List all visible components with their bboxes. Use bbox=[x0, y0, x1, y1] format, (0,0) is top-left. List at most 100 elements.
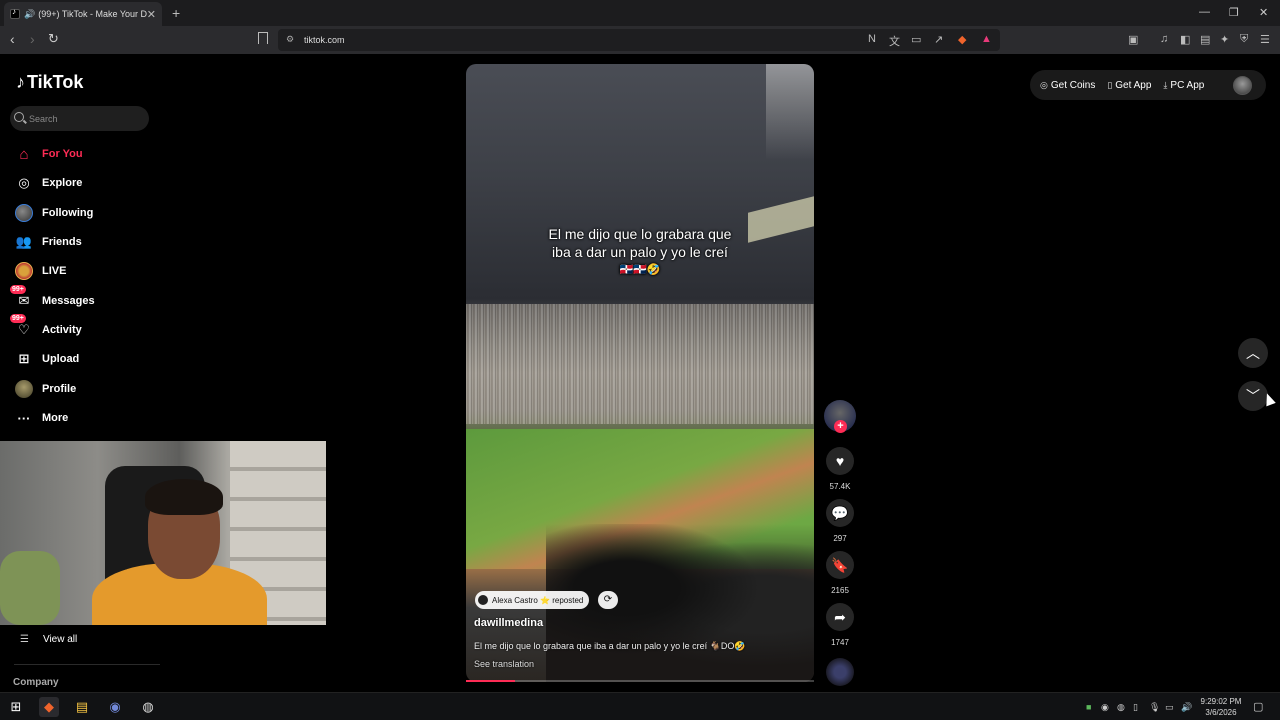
top-actions-bar: ◎ Get Coins ▯ Get App ⤓ PC App bbox=[1030, 70, 1266, 100]
logo-text: TikTok bbox=[27, 72, 84, 92]
see-translation-link[interactable]: See translation bbox=[474, 659, 534, 669]
obs-icon[interactable]: ◍ bbox=[138, 697, 158, 717]
discord-icon[interactable]: ◉ bbox=[105, 697, 125, 717]
tray-obs-icon[interactable]: ◍ bbox=[1117, 702, 1125, 713]
share-count: 1747 bbox=[831, 638, 849, 647]
tray-nvidia-icon[interactable]: ■ bbox=[1086, 702, 1091, 712]
video-progress-bar[interactable] bbox=[466, 680, 814, 682]
tray-network-icon[interactable]: ▭ bbox=[1165, 702, 1174, 713]
user-avatar[interactable] bbox=[1233, 76, 1252, 95]
tray-volume-icon[interactable]: 🔊 bbox=[1181, 702, 1192, 713]
sidebar-toggle-icon[interactable]: ▣ bbox=[1128, 33, 1138, 46]
vpn-icon[interactable]: ⛨ bbox=[1240, 33, 1248, 46]
tiktok-note-icon: ♪ bbox=[16, 72, 25, 92]
sidebar-item-label: For You bbox=[42, 148, 83, 160]
previous-video-button[interactable]: ︿ bbox=[1238, 338, 1268, 368]
brave-shield-icon[interactable]: ◆ bbox=[958, 33, 966, 46]
view-all-link[interactable]: ☰ View all bbox=[20, 634, 77, 645]
share-icon[interactable]: ↗ bbox=[934, 33, 943, 46]
messages-icon: ✉ 99+ bbox=[10, 285, 30, 308]
sidebar-item-upload[interactable]: ⊞ Upload bbox=[14, 349, 80, 369]
sidebar-item-for-you[interactable]: ⌂ For You bbox=[14, 144, 83, 164]
get-coins-button[interactable]: ◎ Get Coins bbox=[1040, 80, 1095, 91]
get-app-button[interactable]: ▯ Get App bbox=[1107, 80, 1151, 91]
sidebar-item-profile[interactable]: Profile bbox=[14, 379, 76, 399]
like-count: 57.4K bbox=[829, 482, 851, 491]
window-close-button[interactable]: ✕ bbox=[1259, 6, 1268, 19]
pc-app-label: PC App bbox=[1170, 79, 1205, 91]
leo-ai-icon[interactable]: ✦ bbox=[1220, 33, 1229, 46]
video-author[interactable]: dawillmedina bbox=[474, 617, 543, 629]
maximize-button[interactable]: ❐ bbox=[1229, 6, 1239, 19]
tray-usb-icon[interactable]: ▯ bbox=[1133, 702, 1138, 713]
sidebar-item-friends[interactable]: 👥 Friends bbox=[14, 232, 82, 252]
comment-button[interactable]: 💬 bbox=[826, 499, 854, 527]
save-button[interactable]: 🔖 bbox=[826, 551, 854, 579]
tray-mic-icon[interactable]: 🎙 bbox=[1149, 702, 1160, 713]
repost-pill[interactable]: Alexa Castro ⭐ reposted bbox=[475, 591, 590, 609]
tab-close-icon[interactable]: ✕ bbox=[147, 8, 156, 21]
follow-plus-icon[interactable]: + bbox=[834, 420, 847, 433]
taskbar-clock[interactable]: 9:29:02 PM 3/6/2026 bbox=[1196, 696, 1246, 718]
video-progress-fill bbox=[466, 680, 515, 682]
media-icon[interactable]: ♫ bbox=[1160, 33, 1168, 45]
wallet-icon[interactable]: ▤ bbox=[1200, 33, 1210, 46]
activity-badge: 99+ bbox=[10, 314, 26, 323]
sidebar-item-live[interactable]: LIVE bbox=[14, 261, 66, 281]
search-icon bbox=[14, 112, 24, 122]
site-settings-icon[interactable]: ⚙ bbox=[286, 34, 294, 45]
music-disc-icon[interactable] bbox=[826, 658, 854, 686]
overlay-line-1: El me dijo que lo grabara que bbox=[548, 226, 732, 242]
new-tab-button[interactable]: + bbox=[172, 5, 180, 21]
search-input[interactable]: Search bbox=[10, 106, 149, 131]
repost-icon[interactable]: ⟳ bbox=[598, 591, 618, 609]
crowd bbox=[466, 304, 814, 424]
windows-start-icon[interactable]: ⊞ bbox=[6, 697, 26, 717]
notification-icon[interactable]: ▢ bbox=[1253, 700, 1263, 713]
browser-toolbar: ‹ › ↻ ⚙ tiktok.com N 文 ▭ ↗ ◆ ▲ ▣ ♫ ◧ ▤ ✦… bbox=[0, 26, 1280, 54]
video-caption: El me dijo que lo grabara que iba a dar … bbox=[474, 641, 746, 651]
back-icon[interactable]: ‹ bbox=[10, 31, 15, 47]
live-icon bbox=[14, 261, 34, 281]
sidebar-item-explore[interactable]: ◎ Explore bbox=[14, 173, 82, 193]
upload-icon: ⊞ bbox=[18, 351, 30, 366]
brave-rewards-icon[interactable]: ▲ bbox=[981, 33, 992, 45]
like-button[interactable]: ♥ bbox=[826, 447, 854, 475]
tiktok-logo[interactable]: ♪ TikTok bbox=[16, 72, 83, 93]
comment-count: 297 bbox=[833, 534, 847, 543]
browser-tab[interactable]: 🔊 (99+) TikTok - Make Your Day ✕ bbox=[4, 2, 162, 26]
sidebar-item-messages[interactable]: ✉ 99+ Messages bbox=[10, 285, 95, 311]
speaker-icon[interactable]: 🔊 bbox=[24, 9, 35, 20]
pc-app-button[interactable]: ⤓ PC App bbox=[1163, 80, 1204, 91]
bookmark-icon[interactable] bbox=[258, 32, 268, 44]
tab-title: (99+) TikTok - Make Your Day bbox=[38, 9, 147, 19]
translate-icon[interactable]: 文 bbox=[889, 33, 900, 49]
panel-icon[interactable]: ◧ bbox=[1180, 33, 1190, 46]
sidebar-item-label: Upload bbox=[42, 353, 80, 365]
sidebar-item-activity[interactable]: ♡ 99+ Activity bbox=[10, 314, 82, 340]
minimize-button[interactable]: — bbox=[1199, 6, 1210, 18]
sidebar-item-label: Activity bbox=[42, 324, 82, 336]
sidebar-item-label: Explore bbox=[42, 177, 83, 189]
profile-avatar-icon bbox=[14, 379, 34, 399]
file-explorer-icon[interactable]: ▤ bbox=[72, 697, 92, 717]
sidebar-item-more[interactable]: ··· More bbox=[14, 408, 69, 428]
pillow bbox=[0, 551, 60, 625]
sidebar-item-following[interactable]: Following bbox=[14, 203, 93, 223]
forward-icon[interactable]: › bbox=[30, 31, 35, 47]
streamer-hair bbox=[145, 479, 223, 515]
messages-badge: 99+ bbox=[10, 285, 26, 294]
menu-icon[interactable]: ☰ bbox=[1260, 33, 1270, 46]
heart-icon: ♥ bbox=[835, 453, 845, 469]
video-player[interactable] bbox=[466, 64, 814, 682]
tray-discord-icon[interactable]: ◉ bbox=[1101, 702, 1109, 713]
company-link[interactable]: Company bbox=[13, 677, 59, 688]
brave-browser-icon[interactable]: ◆ bbox=[39, 697, 59, 717]
share-button[interactable]: ➦ bbox=[826, 603, 854, 631]
activity-icon: ♡ 99+ bbox=[10, 314, 30, 337]
cast-icon[interactable]: ▭ bbox=[911, 33, 921, 46]
sidebar-item-label: Profile bbox=[42, 383, 77, 395]
read-mode-icon[interactable]: N bbox=[868, 33, 876, 45]
reload-icon[interactable]: ↻ bbox=[48, 31, 59, 47]
reposter-avatar bbox=[478, 595, 488, 605]
